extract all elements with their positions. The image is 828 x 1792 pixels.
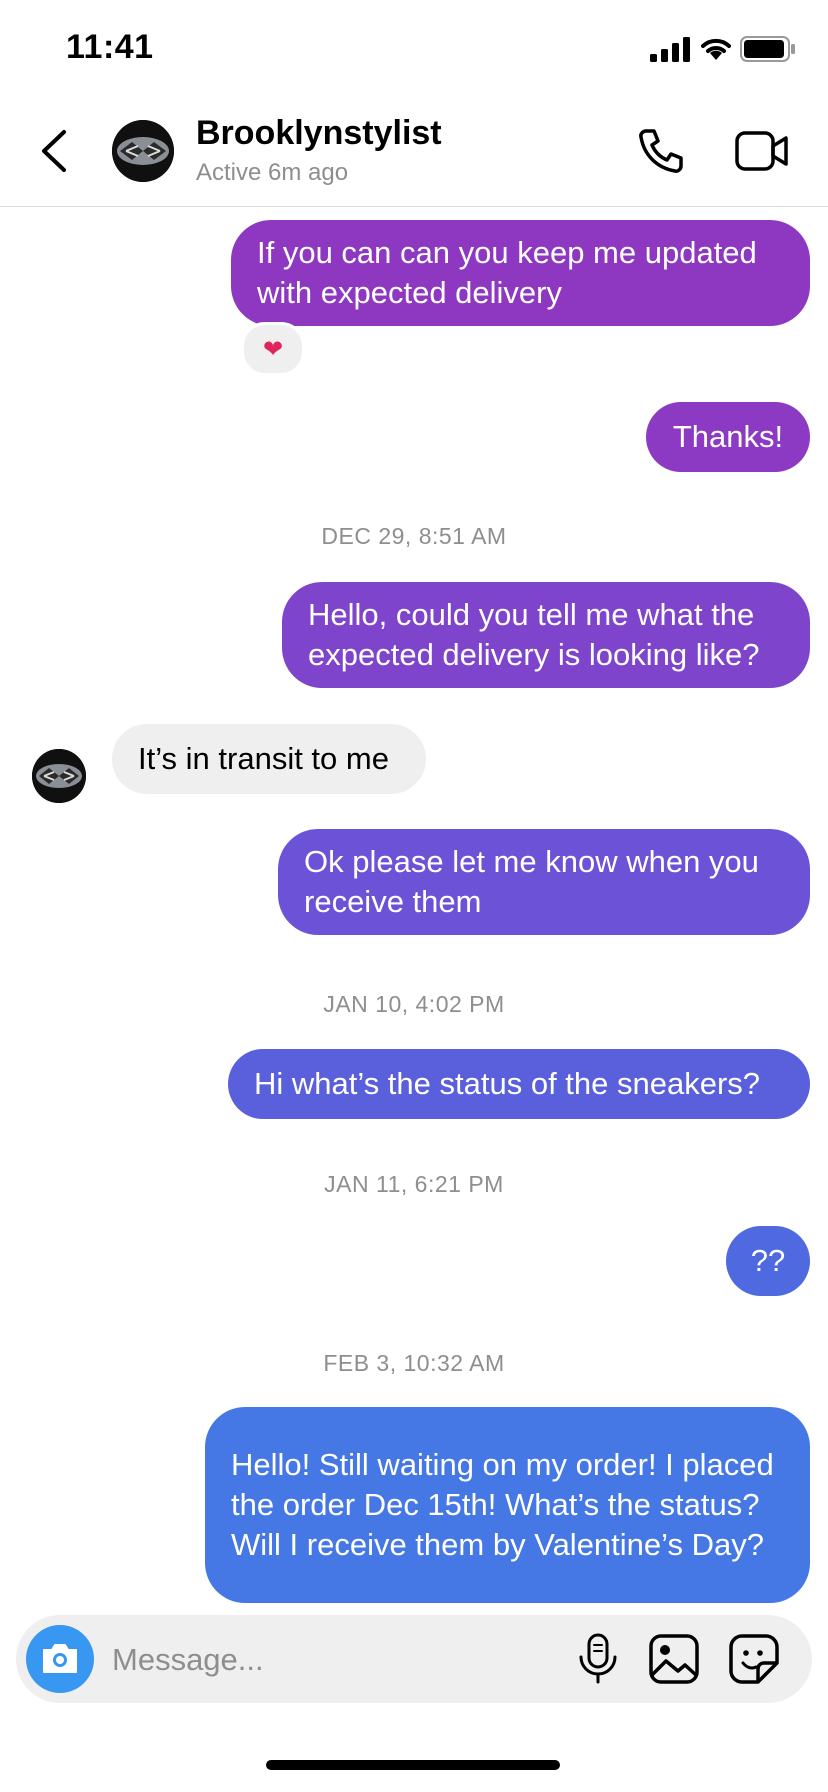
timestamp: FEB 3, 10:32 AM	[323, 1350, 505, 1376]
chat-header: Brooklynstylist Active 6m ago	[0, 96, 828, 207]
wifi-icon	[701, 38, 731, 60]
timestamp: DEC 29, 8:51 AM	[321, 523, 507, 549]
message-incoming[interactable]: It’s in transit to me	[112, 724, 426, 794]
contact-name[interactable]: Brooklynstylist	[196, 114, 442, 153]
phone-icon[interactable]	[636, 126, 686, 176]
status-time: 11:41	[66, 28, 154, 66]
camera-icon	[43, 1644, 77, 1673]
message-input[interactable]	[110, 1637, 494, 1683]
timestamp: JAN 10, 4:02 PM	[323, 991, 505, 1017]
message-outgoing[interactable]: Hi what’s the status of the sneakers?	[228, 1049, 810, 1119]
camera-button[interactable]	[26, 1625, 94, 1693]
image-icon[interactable]	[648, 1633, 700, 1685]
heart-icon[interactable]: ❤	[241, 322, 305, 376]
message-outgoing[interactable]: Hello, could you tell me what the expect…	[282, 582, 810, 688]
message-outgoing[interactable]: Thanks!	[646, 402, 810, 472]
battery-icon	[740, 36, 795, 62]
active-status: Active 6m ago	[196, 159, 349, 186]
video-camera-icon[interactable]	[734, 128, 790, 174]
cellular-signal-icon	[650, 37, 690, 62]
avatar[interactable]	[32, 749, 86, 803]
home-indicator[interactable]	[266, 1760, 560, 1770]
message-composer	[16, 1615, 812, 1703]
message-outgoing[interactable]: ??	[726, 1226, 810, 1296]
microphone-icon[interactable]	[576, 1633, 620, 1685]
message-thread[interactable]: If you can can you keep me updated with …	[0, 207, 828, 1611]
avatar[interactable]	[112, 120, 174, 182]
status-bar: 11:41	[0, 0, 828, 96]
message-outgoing[interactable]: Ok please let me know when you receive t…	[278, 829, 810, 935]
sticker-icon[interactable]	[728, 1633, 780, 1685]
message-outgoing[interactable]: Hello! Still waiting on my order! I plac…	[205, 1407, 810, 1603]
chevron-left-icon[interactable]	[36, 128, 72, 174]
timestamp: JAN 11, 6:21 PM	[324, 1171, 504, 1197]
message-outgoing[interactable]: If you can can you keep me updated with …	[231, 220, 810, 326]
